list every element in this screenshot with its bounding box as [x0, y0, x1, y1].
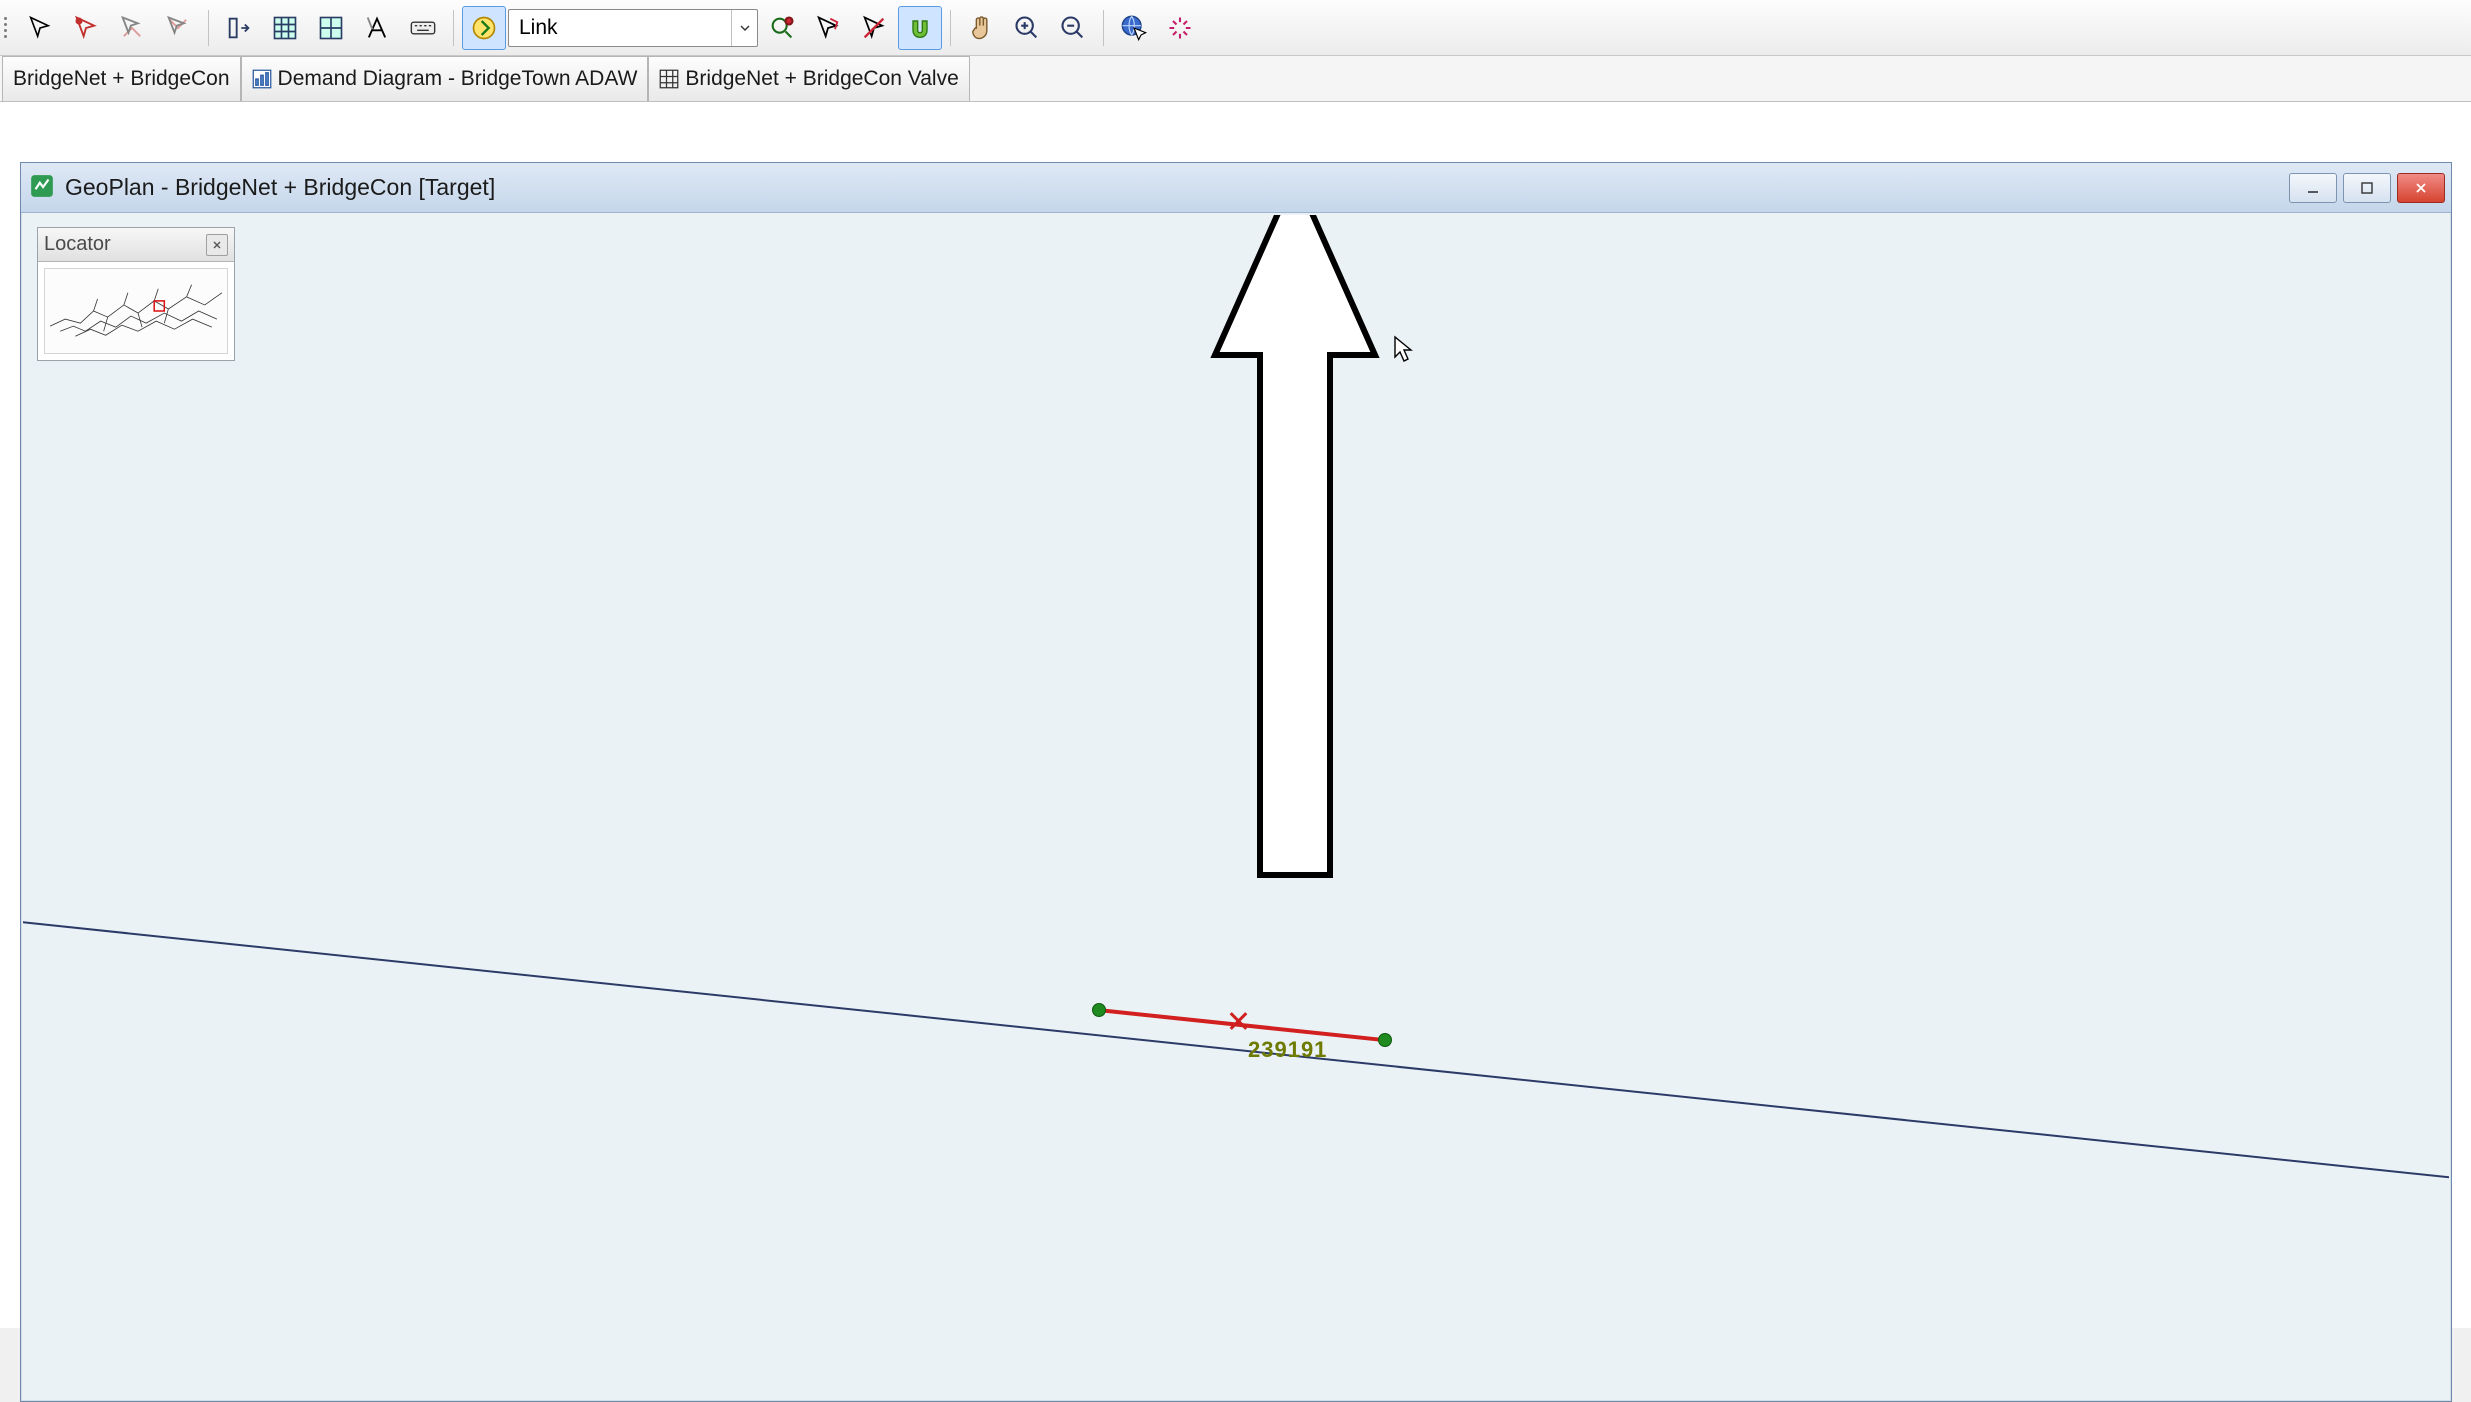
- move-node-icon[interactable]: [217, 6, 261, 50]
- find-icon[interactable]: [760, 6, 804, 50]
- chevron-down-icon[interactable]: [731, 10, 757, 46]
- annotation-arrow-icon: [1205, 215, 1385, 895]
- settings-spark-icon[interactable]: [1158, 6, 1202, 50]
- pan-icon[interactable]: [959, 6, 1003, 50]
- object-type-value: Link: [509, 16, 731, 40]
- zoom-out-icon[interactable]: [1051, 6, 1095, 50]
- text-tool-icon[interactable]: [355, 6, 399, 50]
- select-poly-icon[interactable]: [806, 6, 850, 50]
- maximize-button[interactable]: [2343, 173, 2391, 203]
- window-title: GeoPlan - BridgeNet + BridgeCon [Target]: [65, 174, 2279, 201]
- toolbar-separator: [950, 10, 951, 46]
- doc-tab-label: Demand Diagram - BridgeTown ADAW: [278, 67, 638, 91]
- locator-title: Locator: [44, 233, 206, 256]
- doc-tab-geoplan[interactable]: BridgeNet + BridgeCon: [2, 56, 241, 101]
- locator-overview-map[interactable]: [44, 268, 228, 354]
- object-type-combo[interactable]: Link: [508, 9, 758, 47]
- doc-tab-label: BridgeNet + BridgeCon: [13, 67, 230, 91]
- doc-tab-label: BridgeNet + BridgeCon Valve: [685, 67, 958, 91]
- valve-marker-icon[interactable]: [1229, 1012, 1247, 1030]
- locator-close-button[interactable]: [206, 234, 228, 256]
- node-downstream[interactable]: [1378, 1033, 1392, 1047]
- select-node-icon[interactable]: [64, 6, 108, 50]
- map-canvas[interactable]: 239191 Locator: [23, 215, 2449, 1399]
- locator-header[interactable]: Locator: [38, 228, 234, 262]
- selected-link-label: 239191: [1248, 1037, 1327, 1063]
- geoplan-window: GeoPlan - BridgeNet + BridgeCon [Target]: [20, 162, 2452, 1402]
- window-titlebar[interactable]: GeoPlan - BridgeNet + BridgeCon [Target]: [21, 163, 2451, 213]
- node-upstream[interactable]: [1092, 1003, 1106, 1017]
- zoom-in-icon[interactable]: [1005, 6, 1049, 50]
- main-toolbar: Link: [0, 0, 2471, 56]
- trace-down-icon: [156, 6, 200, 50]
- cursor-icon: [1393, 335, 1417, 363]
- pointer-tool-icon[interactable]: [18, 6, 62, 50]
- app-icon: [29, 173, 55, 202]
- doc-tab-valve-grid[interactable]: BridgeNet + BridgeCon Valve: [648, 56, 969, 101]
- grid-a-icon[interactable]: [263, 6, 307, 50]
- keyboard-icon[interactable]: [401, 6, 445, 50]
- document-tab-strip: BridgeNet + BridgeCon Demand Diagram - B…: [0, 56, 2471, 102]
- chart-icon: [252, 69, 272, 89]
- pipe-link[interactable]: [23, 895, 2449, 1190]
- doc-tab-demand-diagram[interactable]: Demand Diagram - BridgeTown ADAW: [241, 56, 649, 101]
- grid-icon: [659, 69, 679, 89]
- grid-b-icon[interactable]: [309, 6, 353, 50]
- close-button[interactable]: [2397, 173, 2445, 203]
- toolbar-separator: [1103, 10, 1104, 46]
- trace-up-icon: [110, 6, 154, 50]
- locator-body: [38, 262, 234, 360]
- toolbar-separator: [208, 10, 209, 46]
- clear-select-icon[interactable]: [852, 6, 896, 50]
- locator-panel[interactable]: Locator: [37, 227, 235, 361]
- new-object-icon[interactable]: [462, 6, 506, 50]
- toolbar-separator: [453, 10, 454, 46]
- window-buttons: [2289, 173, 2445, 203]
- mdi-workspace: GeoPlan - BridgeNet + BridgeCon [Target]: [0, 102, 2471, 1328]
- toolbar-grip[interactable]: [4, 12, 12, 44]
- globe-pointer-icon[interactable]: [1112, 6, 1156, 50]
- snap-icon[interactable]: [898, 6, 942, 50]
- minimize-button[interactable]: [2289, 173, 2337, 203]
